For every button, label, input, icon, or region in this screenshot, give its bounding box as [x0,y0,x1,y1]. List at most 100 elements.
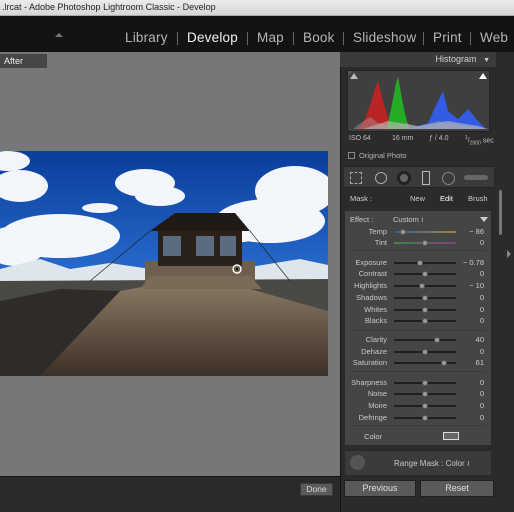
mask-edit-button[interactable]: Edit [440,194,453,203]
histogram-graph [348,71,488,129]
previous-button[interactable]: Previous [344,480,416,497]
module-slideshow[interactable]: Slideshow [353,30,416,45]
slider-value[interactable]: 0 [456,389,484,398]
aperture-readout: ƒ / 4.0 [429,135,449,142]
module-divider [177,32,178,45]
slider-knob[interactable] [417,260,424,266]
adjustment-brush-icon[interactable] [464,175,488,180]
lightroom-window: .lrcat - Adobe Photoshop Lightroom Class… [0,0,514,512]
slider-value[interactable]: 0 [456,293,484,302]
group-divider [350,330,486,331]
mask-label: Mask : [350,194,373,203]
photo[interactable] [0,151,328,376]
after-label: After [0,54,47,68]
slider-value[interactable]: − 10 [456,281,484,290]
module-divider [423,32,424,45]
slider-knob[interactable] [422,318,428,324]
slider-label: Defringe [358,413,387,422]
slider-label: Exposure [355,258,387,267]
slider-label: Noise [367,389,387,398]
slider-knob[interactable] [399,229,406,235]
module-library[interactable]: Library [125,30,168,45]
slider-value[interactable]: 0 [456,378,484,387]
color-label: Color [364,432,382,441]
slider-knob[interactable] [422,380,428,386]
slider-value[interactable]: − 86 [456,227,484,236]
mask-row: Mask : New Edit Brush [344,191,494,206]
module-picker: Library Develop Map Book Slideshow Print… [0,16,514,52]
module-web[interactable]: Web [480,30,508,45]
slider-track[interactable] [394,362,456,364]
slider-track[interactable] [394,339,456,341]
module-develop[interactable]: Develop [187,30,238,45]
slider-label: Moire [368,401,387,410]
slider-knob[interactable] [422,391,428,397]
slider-knob[interactable] [440,360,447,366]
collapse-effect-icon[interactable] [480,217,488,222]
graduated-filter-icon[interactable] [422,171,430,185]
group-divider [350,250,486,251]
module-book[interactable]: Book [303,30,335,45]
reset-button[interactable]: Reset [420,480,494,497]
window-title: .lrcat - Adobe Photoshop Lightroom Class… [2,2,216,12]
tool-strip [344,166,494,188]
range-mask-eyedropper-icon[interactable] [350,455,365,470]
slider-value[interactable]: − 0.78 [456,258,484,267]
module-divider [470,32,471,45]
done-button[interactable]: Done [300,483,333,496]
mask-new-button[interactable]: New [410,194,425,203]
slider-label: Blacks [364,316,387,325]
slider-knob[interactable] [422,240,428,246]
highlight-clipping-icon[interactable] [479,73,487,79]
slider-value[interactable]: 0 [456,401,484,410]
effect-preset-select[interactable]: Custom ≀ [393,215,424,224]
slider-knob[interactable] [418,283,425,289]
mask-brush-button[interactable]: Brush [468,194,488,203]
slider-knob[interactable] [422,415,428,421]
slider-label: Dehaze [361,347,387,356]
module-map[interactable]: Map [257,30,284,45]
slider-label: Saturation [352,358,387,367]
slider-value[interactable]: 0 [456,347,484,356]
original-photo-checkbox[interactable] [348,152,355,159]
slider-value[interactable]: 0 [456,305,484,314]
histogram-chart[interactable] [347,70,490,132]
slider-knob[interactable] [422,271,428,277]
radial-filter-icon[interactable] [442,172,455,185]
slider-value[interactable]: 0 [456,316,484,325]
iso-readout: ISO 64 [349,135,371,142]
slider-value[interactable]: 40 [456,335,484,344]
slider-value[interactable]: 0 [456,269,484,278]
panel-scrollbar[interactable] [499,190,502,235]
slider-label: Tint [374,238,387,247]
crop-overlay-icon[interactable] [350,172,362,184]
module-print[interactable]: Print [433,30,462,45]
range-mask-label[interactable]: Range Mask : Color ≀ [394,459,470,468]
slider-value[interactable]: 0 [456,413,484,422]
slider-knob[interactable] [422,349,428,355]
slider-label: Temp [368,227,387,236]
module-divider [293,32,294,45]
slider-label: Shadows [356,293,387,302]
viewer-toolbar [0,476,340,512]
slider-knob[interactable] [422,403,428,409]
slider-label: Highlights [354,281,387,290]
slider-track[interactable] [394,285,456,287]
spot-removal-icon[interactable] [375,172,387,184]
slider-value[interactable]: 0 [456,238,484,247]
slider-knob[interactable] [422,307,428,313]
slider-track[interactable] [394,262,456,264]
chevron-down-icon: ▼ [483,57,490,64]
module-divider [343,32,344,45]
slider-knob[interactable] [422,295,428,301]
module-divider [247,32,248,45]
collapse-top-panel-icon[interactable] [55,33,63,37]
red-eye-icon[interactable] [397,171,411,185]
histogram-header[interactable]: Histogram ▼ [340,52,496,67]
slider-label: Clarity [365,335,387,344]
color-swatch[interactable] [443,432,459,440]
slider-value[interactable]: 61 [456,358,484,367]
collapse-right-panel-icon[interactable] [507,250,511,258]
shadow-clipping-icon[interactable] [350,73,358,79]
shutter-readout: 1/2000 sec [465,135,494,147]
